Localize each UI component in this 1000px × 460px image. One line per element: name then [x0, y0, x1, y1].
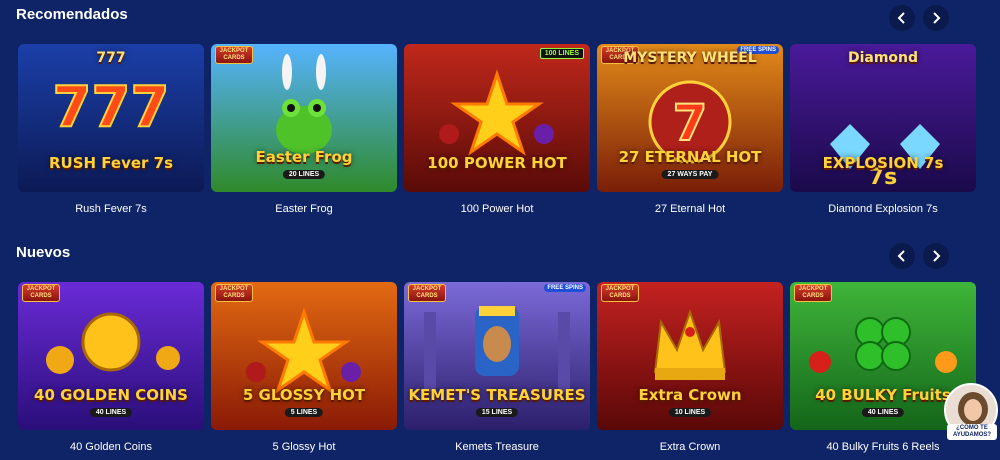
free-spins-badge: FREE SPINS [544, 284, 586, 292]
game-lines-label: 40 LINES [861, 408, 905, 417]
game-thumbnail[interactable]: 777 777 RUSH Fever 7s [18, 44, 204, 192]
game-title[interactable]: 100 Power Hot [404, 203, 590, 215]
game-lines-label: 27 WAYS PAY [661, 170, 719, 179]
game-carousel: 777 777 RUSH Fever 7s Rush Fever 7s JACKPOT … [18, 44, 984, 224]
game-lines-label: 5 LINES [284, 408, 324, 417]
game-carousel: JACKPOT CARDS 40 GOLDEN COINS 40 LINES 40 G… [18, 282, 984, 460]
game-thumbnail[interactable]: JACKPOT CARDS 5 GLOSSY HOT 5 LINES [211, 282, 397, 430]
carousel-next-button[interactable] [923, 5, 949, 31]
game-title[interactable]: Easter Frog [211, 203, 397, 215]
lines-badge: 100 LINES [539, 48, 584, 59]
game-logo: 27 ETERNAL HOT [618, 148, 762, 166]
game-logo: EXPLOSION 7s [822, 154, 944, 172]
game-card[interactable]: 7s Diamond EXPLOSION 7s Diamond Explosion 7… [790, 44, 976, 215]
jackpot-badge: JACKPOT CARDS [215, 46, 253, 64]
game-logo: 5 GLOSSY HOT [242, 386, 366, 404]
carousel-prev-button[interactable] [889, 5, 915, 31]
game-card[interactable]: 777 777 RUSH Fever 7s Rush Fever 7s [18, 44, 204, 215]
jackpot-badge: JACKPOT CARDS [794, 284, 832, 302]
chevron-left-icon [897, 12, 905, 24]
svg-text:7: 7 [673, 94, 708, 152]
game-logo: 40 GOLDEN COINS [34, 386, 188, 404]
game-logo-top: Diamond [847, 50, 919, 66]
game-logo: 100 POWER HOT [427, 154, 567, 172]
game-card[interactable]: JACKPOT CARDS FREE SPINS KEMET'S TREASURES… [404, 282, 590, 453]
game-logo-top: MYSTERY WHEEL [623, 50, 757, 66]
chevron-left-icon [897, 250, 905, 262]
game-title[interactable]: Kemets Treasure [404, 441, 590, 453]
game-thumbnail[interactable]: JACKPOT CARDS 40 GOLDEN COINS 40 LINES [18, 282, 204, 430]
game-thumbnail[interactable]: 7s Diamond EXPLOSION 7s [790, 44, 976, 192]
game-lines-label: 15 LINES [475, 408, 519, 417]
game-thumbnail[interactable]: JACKPOT CARDS Easter Frog 20 LINES [211, 44, 397, 192]
game-card[interactable]: JACKPOT CARDS Easter Frog 20 LINES Easter F… [211, 44, 397, 215]
game-thumbnail[interactable]: 100 LINES 100 POWER HOT [404, 44, 590, 192]
svg-text:777: 777 [53, 75, 170, 140]
game-title[interactable]: Extra Crown [597, 441, 783, 453]
game-title[interactable]: 5 Glossy Hot [211, 441, 397, 453]
game-lines-label: 40 LINES [89, 408, 133, 417]
game-card[interactable]: 100 LINES 100 POWER HOT 100 Power Hot [404, 44, 590, 215]
carousel-prev-button[interactable] [889, 243, 915, 269]
game-title[interactable]: Diamond Explosion 7s [790, 203, 976, 215]
assistant-label: ¿COMO TE AYUDAMOS? [947, 424, 997, 440]
game-logo-top: 777 [96, 50, 126, 66]
game-title[interactable]: Rush Fever 7s [18, 203, 204, 215]
game-title[interactable]: 40 Golden Coins [18, 441, 204, 453]
game-card[interactable]: JACKPOT CARDS 40 GOLDEN COINS 40 LINES 40 G… [18, 282, 204, 453]
game-thumbnail[interactable]: JACKPOT CARDS Extra Crown 10 LINES [597, 282, 783, 430]
game-logo: KEMET'S TREASURES [408, 386, 586, 404]
game-title[interactable]: 27 Eternal Hot [597, 203, 783, 215]
game-thumbnail[interactable]: JACKPOT CARDS FREE SPINS KEMET'S TREASURES… [404, 282, 590, 430]
game-title[interactable]: 40 Bulky Fruits 6 Reels [790, 441, 976, 453]
carousel-next-button[interactable] [923, 243, 949, 269]
game-logo: Extra Crown [638, 386, 742, 404]
section-title: Nuevos [16, 244, 71, 261]
game-thumbnail[interactable]: 7 JACKPOT CARDS FREE SPINS MYSTERY WHEEL 27 … [597, 44, 783, 192]
chevron-right-icon [933, 12, 941, 24]
chevron-right-icon [933, 250, 941, 262]
section-title: Recomendados [16, 6, 128, 23]
jackpot-badge: JACKPOT CARDS [22, 284, 60, 302]
game-lines-label: 10 LINES [668, 408, 712, 417]
jackpot-badge: JACKPOT CARDS [215, 284, 253, 302]
jackpot-badge: JACKPOT CARDS [408, 284, 446, 302]
game-card[interactable]: 7 JACKPOT CARDS FREE SPINS MYSTERY WHEEL 27 … [597, 44, 783, 215]
game-logo: RUSH Fever 7s [48, 154, 174, 172]
game-card[interactable]: JACKPOT CARDS 5 GLOSSY HOT 5 LINES 5 Glossy… [211, 282, 397, 453]
game-lines-label: 20 LINES [282, 170, 326, 179]
game-card[interactable]: JACKPOT CARDS Extra Crown 10 LINES Extra Cr… [597, 282, 783, 453]
jackpot-badge: JACKPOT CARDS [601, 284, 639, 302]
game-logo: Easter Frog [255, 148, 353, 166]
